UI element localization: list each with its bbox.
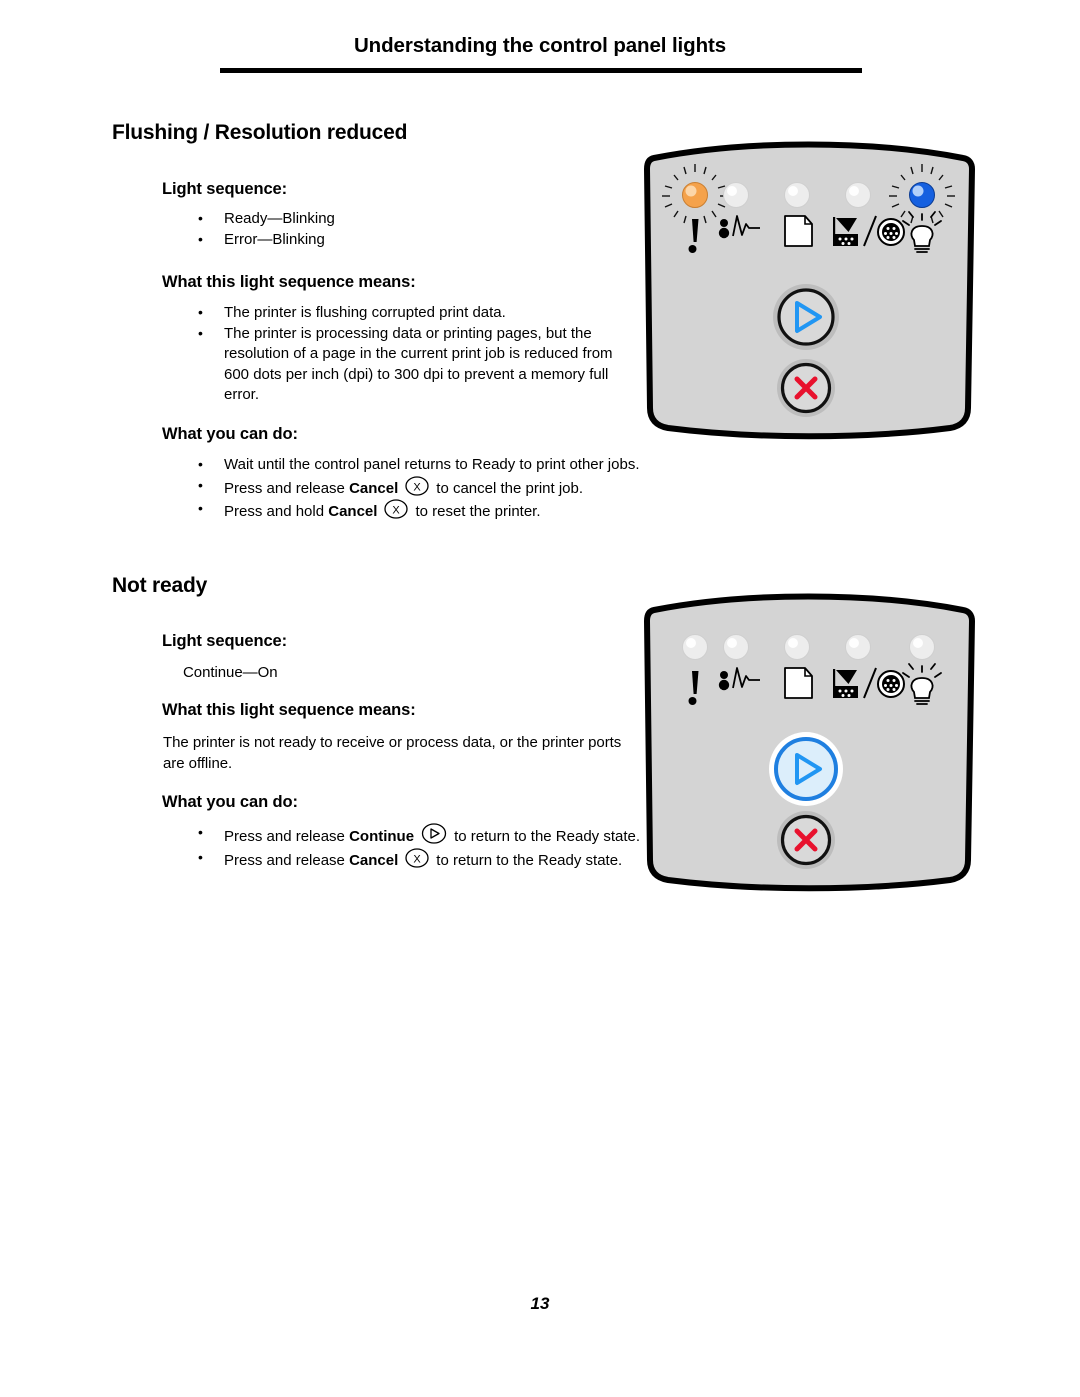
control-panel-svg xyxy=(644,593,975,892)
light-sequence-value-2: Continue—On xyxy=(183,664,278,681)
paper-icon xyxy=(784,667,813,699)
key-label-cancel: Cancel xyxy=(349,479,399,497)
page-number: 13 xyxy=(530,1294,550,1313)
light-sequence-heading-1: Light sequence: xyxy=(162,180,288,198)
light-bulb-dot xyxy=(682,182,708,208)
svg-text:X: X xyxy=(414,853,422,865)
light-bulb-dot xyxy=(909,182,935,208)
button-ring xyxy=(774,737,838,801)
list-item: Press and hold CancelXto reset the print… xyxy=(190,498,650,523)
actions-list-2: Press and release Continueto return to t… xyxy=(190,822,645,872)
svg-text:X: X xyxy=(393,505,401,517)
key-label-cancel: Cancel xyxy=(349,851,399,869)
list-item: Press and release CancelXto cancel the p… xyxy=(190,475,650,500)
light-bulb-dot xyxy=(784,182,810,208)
means-heading-1: What this light sequence means: xyxy=(162,273,416,291)
svg-text:X: X xyxy=(414,481,422,493)
cancel-x-icon: X xyxy=(404,847,430,868)
light-bulb-dot xyxy=(845,634,871,660)
continue-button[interactable] xyxy=(773,284,839,350)
running-header: Understanding the control panel lights xyxy=(353,34,727,57)
list-item: The printer is processing data or printi… xyxy=(190,323,638,406)
key-label-continue: Continue xyxy=(349,828,415,845)
means-list-1: The printer is flushing corrupted print … xyxy=(190,302,638,406)
header-rule xyxy=(220,68,862,73)
continue-button[interactable] xyxy=(769,732,843,806)
control-panel-svg xyxy=(644,141,975,440)
light-bulb-dot xyxy=(682,634,708,660)
means-paragraph-2: The printer is not ready to receive or p… xyxy=(163,734,622,772)
actions-list-1: Wait until the control panel returns to … xyxy=(190,454,650,523)
light-bulb-dot xyxy=(723,182,749,208)
cancel-button[interactable] xyxy=(777,359,835,417)
list-item: Wait until the control panel returns to … xyxy=(190,454,650,476)
means-heading-2: What this light sequence means: xyxy=(162,701,416,719)
light-sequence-list-1: Ready—Blinking Error—Blinking xyxy=(190,208,610,251)
control-panel-illustration-not-ready xyxy=(636,588,981,908)
continue-play-icon xyxy=(420,823,448,844)
light-bulb-dot xyxy=(909,634,935,660)
cancel-x-icon: X xyxy=(383,499,409,519)
cancel-x-icon: X xyxy=(404,475,430,496)
control-panel-illustration-flushing xyxy=(636,136,981,456)
light-bulb-dot xyxy=(784,634,810,660)
list-item: Ready—Blinking xyxy=(190,208,610,230)
section-title-flushing: Flushing / Resolution reduced xyxy=(112,121,408,144)
list-item: Press and release CancelXto return to th… xyxy=(190,847,645,872)
section-title-not-ready: Not ready xyxy=(112,574,208,597)
manual-page: Understanding the control panel lights F… xyxy=(0,0,1080,1397)
list-item: Error—Blinking xyxy=(190,229,610,251)
actions-heading-1: What you can do: xyxy=(162,425,298,443)
list-item: Press and release Continueto return to t… xyxy=(190,822,645,848)
button-ring xyxy=(777,288,835,346)
paper-icon xyxy=(784,215,813,247)
cancel-button[interactable] xyxy=(777,811,835,869)
light-bulb-dot xyxy=(723,634,749,660)
light-bulb-dot xyxy=(845,182,871,208)
key-label-cancel: Cancel xyxy=(328,503,378,520)
actions-heading-2: What you can do: xyxy=(162,793,298,811)
light-sequence-heading-2: Light sequence: xyxy=(162,632,288,650)
list-item: The printer is flushing corrupted print … xyxy=(190,302,638,324)
